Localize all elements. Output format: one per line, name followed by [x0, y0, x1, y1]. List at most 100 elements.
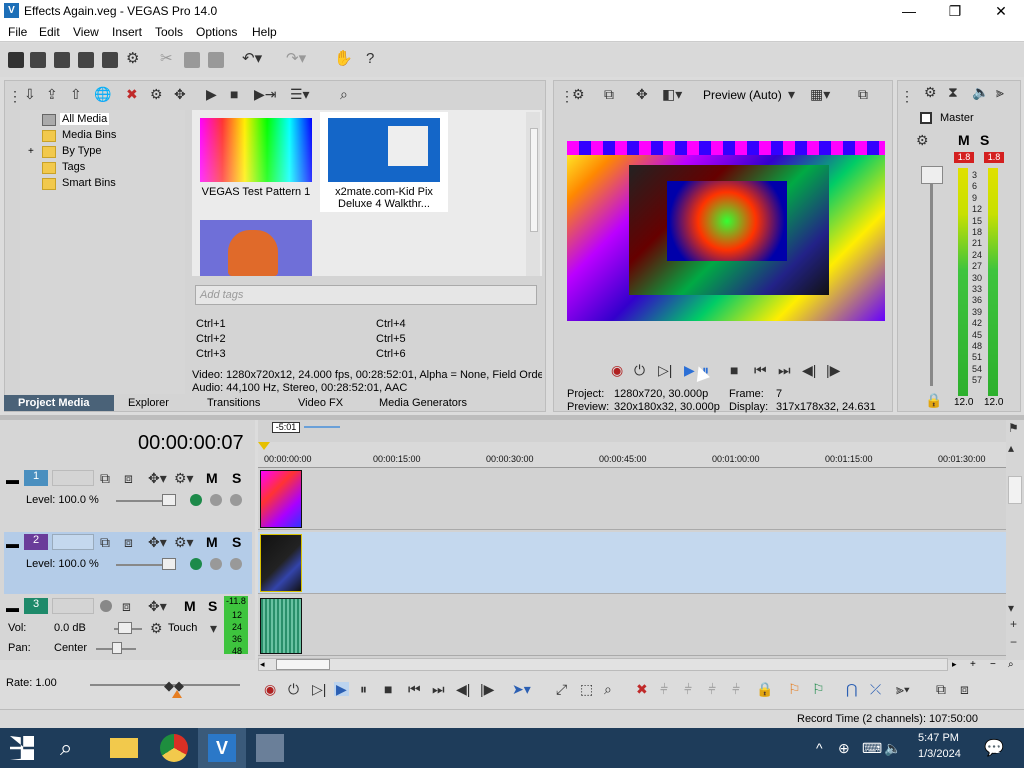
media-autopreview-icon[interactable]: ▶⇥ — [254, 86, 277, 102]
tab-media-generators[interactable]: Media Generators — [379, 395, 467, 411]
level-slider-handle[interactable] — [162, 558, 176, 570]
track-solo-button[interactable]: S — [232, 534, 241, 550]
import-media-icon[interactable]: ⇩ — [24, 86, 36, 102]
tree-all-media[interactable]: All Media — [60, 113, 110, 125]
record-icon[interactable]: ◉ — [611, 362, 623, 379]
trim-start-icon[interactable]: ⫩ — [684, 682, 692, 696]
master-mute-button[interactable]: M — [958, 132, 970, 148]
play-from-start-icon[interactable]: ▷| — [658, 362, 672, 379]
external-monitor-icon[interactable]: ⧉ — [604, 86, 614, 102]
tree-by-type[interactable]: By Type — [62, 145, 102, 157]
master-solo-button[interactable]: S — [980, 132, 989, 148]
track-motion-icon[interactable]: ⧉ — [100, 534, 110, 550]
close-button[interactable]: ✕ — [978, 0, 1024, 22]
tab-project-media[interactable]: Project Media — [4, 395, 114, 411]
menu-tools[interactable]: Tools — [155, 25, 183, 39]
clock-date[interactable]: 1/3/2024 — [918, 748, 961, 760]
horizontal-scroll-thumb[interactable] — [276, 659, 330, 670]
loop-playback-icon[interactable]: ⏻ — [288, 682, 299, 696]
track-name-input[interactable] — [52, 598, 94, 614]
chevron-down-icon[interactable]: ▾ — [210, 620, 217, 636]
search-icon[interactable]: ⌕ — [60, 734, 88, 762]
envelope-tool-icon[interactable]: ⤢ — [556, 682, 567, 696]
preview-fx-icon[interactable]: ✥ — [636, 86, 648, 102]
track-header-video-2[interactable]: ▬ 2 ⧉ ⧈ ✥▾ ⚙▾ M S Level: 100.0 % — [4, 532, 252, 594]
pause-icon[interactable]: ⏸ — [360, 682, 367, 696]
media-play-icon[interactable]: ▶ — [206, 86, 217, 102]
media-scroll-thumb[interactable] — [530, 128, 538, 232]
clock-time[interactable]: 5:47 PM — [918, 732, 959, 744]
vegas-taskbar-icon[interactable]: V — [208, 734, 236, 762]
selection-tool-icon[interactable]: ⬚ — [580, 682, 593, 696]
timeline-lane-1[interactable] — [258, 468, 1006, 530]
media-thumb-kid-pix[interactable] — [328, 118, 440, 182]
master-settings-icon[interactable]: ⫸ — [996, 84, 1004, 100]
menu-options[interactable]: Options — [196, 25, 237, 39]
preview-properties-icon[interactable]: ⚙ — [572, 86, 585, 102]
vol-slider-handle[interactable] — [118, 622, 132, 634]
go-to-end-icon[interactable]: ⏭ — [432, 682, 445, 696]
next-frame-icon[interactable]: |▶ — [480, 682, 494, 696]
split-icon[interactable]: ⫩ — [732, 682, 740, 696]
master-fx-icon[interactable]: ⚙ — [924, 84, 937, 100]
capture-icon[interactable]: ⇪ — [46, 86, 58, 102]
minimize-button[interactable]: — — [886, 0, 932, 22]
redo-icon[interactable]: ↷▾ — [286, 51, 306, 67]
track-solo-button[interactable]: S — [232, 470, 241, 486]
insert-marker-icon[interactable]: ⚐ — [788, 682, 801, 696]
tab-explorer[interactable]: Explorer — [128, 395, 169, 411]
help-icon[interactable]: ? — [366, 51, 374, 67]
ripple-edit-icon[interactable]: ⫸▾ — [896, 682, 910, 696]
zoom-out-horizontal-icon[interactable]: − — [990, 659, 996, 670]
tray-chevron-up-icon[interactable]: ^ — [816, 740, 823, 756]
track-header-audio-3[interactable]: ▬ 3 ⧈ ✥▾ M S -11.8 12 24 36 48 Vol: 0.0 … — [4, 596, 252, 658]
track-fx-icon[interactable]: ⧈ — [124, 534, 133, 550]
menu-view[interactable]: View — [73, 25, 99, 39]
tray-network-vpn-icon[interactable]: ⊕ — [838, 740, 850, 757]
event-fx-icon[interactable]: ⧈ — [960, 682, 969, 696]
copy-icon[interactable] — [184, 52, 200, 68]
start-button-icon[interactable] — [10, 736, 34, 760]
level-slider-handle[interactable] — [162, 494, 176, 506]
scroll-right-icon[interactable]: ▸ — [952, 659, 957, 670]
track-name-input[interactable] — [52, 470, 94, 486]
track-fx-icon[interactable]: ⧈ — [124, 470, 133, 486]
track-mute-button[interactable]: M — [206, 470, 218, 486]
track-name-input[interactable] — [52, 534, 94, 550]
parent-composite-icon[interactable] — [210, 558, 222, 570]
overlays-grid-icon[interactable]: ▦▾ — [810, 86, 830, 102]
tree-media-bins[interactable]: Media Bins — [62, 129, 116, 141]
trim-end-icon[interactable]: ⫩ — [708, 682, 716, 696]
collapse-icon[interactable]: ▬ — [6, 536, 19, 551]
composite-child-icon[interactable] — [230, 558, 242, 570]
ship-app-icon[interactable] — [256, 734, 284, 762]
automation-gear-icon[interactable]: ⚙ — [150, 620, 163, 636]
expand-by-type-icon[interactable]: + — [28, 146, 34, 157]
volume-muted-icon[interactable]: 🔈 — [884, 740, 901, 757]
audio-clip[interactable] — [260, 598, 302, 654]
previous-frame-icon[interactable]: ◀| — [802, 362, 816, 379]
go-to-end-icon[interactable]: ⏭ — [778, 362, 791, 379]
chevron-down-icon[interactable]: ▾ — [788, 86, 795, 102]
composite-child-icon[interactable] — [230, 494, 242, 506]
master-fader-handle[interactable] — [921, 166, 943, 184]
loop-region-bar[interactable] — [304, 426, 340, 428]
play-from-start-icon[interactable]: ▷| — [312, 682, 326, 696]
render-icon[interactable] — [102, 52, 118, 68]
views-icon[interactable]: ☰▾ — [290, 86, 310, 102]
menu-help[interactable]: Help — [252, 25, 277, 39]
auto-crossfade-icon[interactable]: ⤫ — [870, 682, 881, 696]
zoom-in-horizontal-icon[interactable]: + — [970, 659, 976, 670]
track-settings-gear-icon[interactable]: ⚙▾ — [174, 470, 194, 486]
peak-left[interactable]: 1.8 — [954, 152, 974, 163]
pan-slider-handle[interactable] — [112, 642, 122, 654]
master-fx-chain-icon[interactable]: ⚙ — [916, 132, 929, 148]
record-icon[interactable]: ◉ — [264, 682, 276, 696]
automation-mode[interactable]: Touch — [168, 622, 197, 634]
remove-media-icon[interactable]: ✖ — [126, 86, 138, 102]
media-search-icon[interactable]: ⌕ — [340, 86, 348, 102]
vertical-scroll-thumb[interactable] — [1008, 476, 1022, 504]
lock-icon[interactable]: 🔒 — [925, 392, 942, 408]
peak-right[interactable]: 1.8 — [984, 152, 1004, 163]
go-to-start-icon[interactable]: ⏮ — [408, 682, 421, 696]
